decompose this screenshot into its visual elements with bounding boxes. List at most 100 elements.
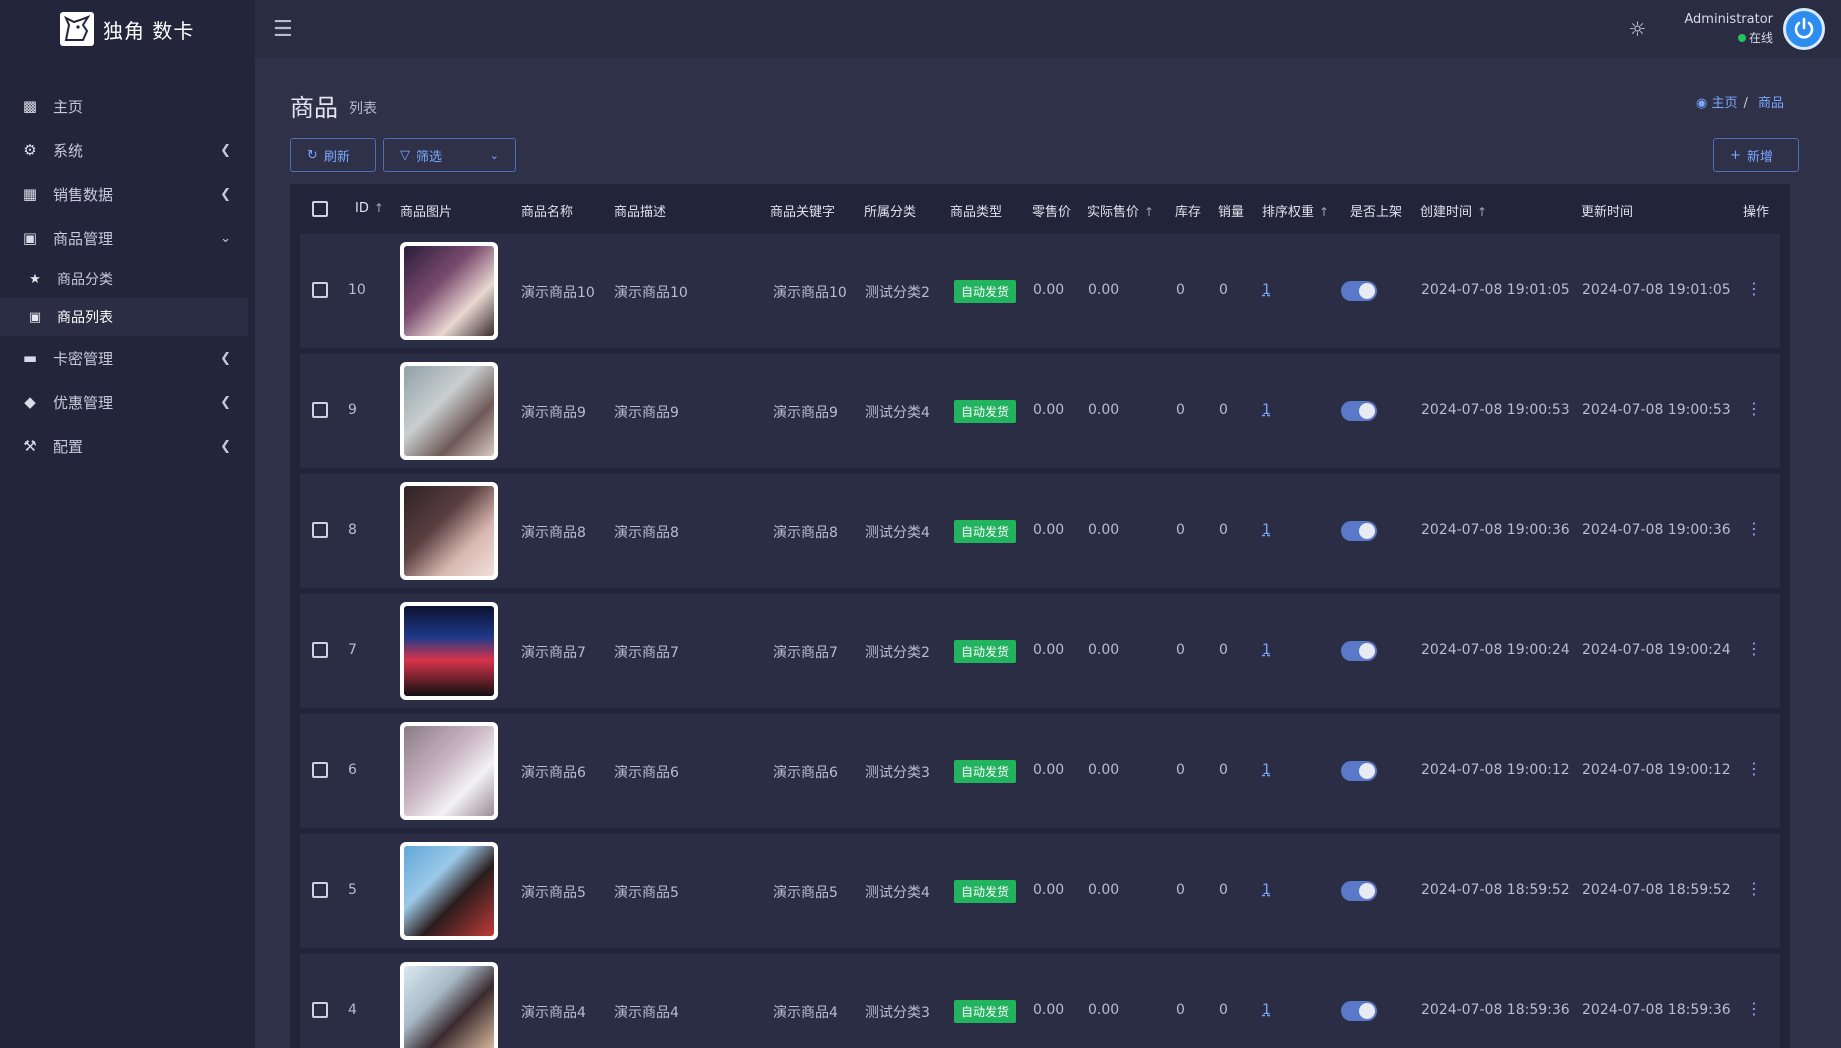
bar-chart-icon: ▩ [22,97,38,115]
product-image[interactable] [400,722,498,820]
row-checkbox[interactable] [312,522,328,538]
sort-weight[interactable]: 1 [1262,402,1271,418]
product-type-badge: 自动发货 [954,640,1017,663]
row-checkbox[interactable] [312,762,328,778]
brand-title: 独角 数卡 [103,18,195,43]
on-shelf-toggle[interactable] [1341,521,1377,541]
sort-weight[interactable]: 1 [1262,882,1271,898]
updated-time: 2024-07-08 18:59:52 [1582,882,1731,898]
filter-button[interactable]: ▽ 筛选 ⌄ [383,138,516,172]
column-header-actual-price[interactable]: 实际售价 ↑ [1087,201,1154,220]
on-shelf-toggle[interactable] [1341,761,1377,781]
chevron-down-icon: ⌄ [489,148,499,162]
sort-weight[interactable]: 1 [1262,642,1271,658]
row-checkbox[interactable] [312,1002,328,1018]
row-checkbox[interactable] [312,402,328,418]
diamond-icon: ◆ [24,393,36,411]
created-time: 2024-07-08 19:00:53 [1421,402,1570,418]
product-type-badge: 自动发货 [954,1000,1017,1023]
user-info[interactable]: Administrator 在线 [1684,11,1773,47]
on-shelf-toggle[interactable] [1341,641,1377,661]
created-time: 2024-07-08 18:59:36 [1421,1002,1570,1018]
row-id: 8 [348,522,357,538]
product-image[interactable] [400,482,498,580]
breadcrumb-home-link[interactable]: 主页 [1711,96,1737,111]
row-id: 9 [348,402,357,418]
retail-price: 0.00 [1033,522,1065,538]
shopping-bag-icon: ▣ [22,229,38,247]
stock: 0 [1176,762,1185,778]
sort-weight[interactable]: 1 [1262,282,1271,298]
sidebar-item-system[interactable]: ⚙ 系统 ❮ [0,128,255,172]
sidebar-item-product-management[interactable]: ▣ 商品管理 ⌄ [0,216,255,260]
avatar[interactable] [1783,8,1825,50]
on-shelf-toggle[interactable] [1341,881,1377,901]
chevron-left-icon: ❮ [220,438,231,454]
row-actions-icon[interactable]: ⋮ [1746,639,1762,658]
product-keyword: 演示商品10 [773,285,847,301]
on-shelf-toggle[interactable] [1341,1001,1377,1021]
sort-weight[interactable]: 1 [1262,1002,1271,1018]
sidebar-subitem-product-list[interactable]: ▣ 商品列表 [0,298,248,336]
column-header-retail-price: 零售价 [1032,205,1072,220]
row-actions-icon[interactable]: ⋮ [1746,999,1762,1018]
row-actions-icon[interactable]: ⋮ [1746,759,1762,778]
sidebar-item-card-management[interactable]: ▬ 卡密管理 ❮ [0,336,255,380]
star-icon: ★ [29,271,41,287]
dashboard-icon: ◉ [1695,96,1708,111]
column-header-created[interactable]: 创建时间 ↑ [1420,201,1487,220]
product-description: 演示商品8 [614,525,679,541]
sidebar-item-sales-data[interactable]: ▦ 销售数据 ❮ [0,172,255,216]
sort-weight[interactable]: 1 [1262,762,1271,778]
row-actions-icon[interactable]: ⋮ [1746,879,1762,898]
column-header-sales: 销量 [1218,205,1245,220]
product-keyword: 演示商品4 [773,1005,838,1021]
filter-icon: ▽ [400,147,410,163]
table-row: 6 演示商品6 演示商品6 演示商品6 测试分类3 自动发货 0.00 0.00 0 0 1 2024… [300,714,1780,828]
updated-time: 2024-07-08 19:01:05 [1582,282,1731,298]
product-image[interactable] [400,362,498,460]
sidebar-subitem-product-category[interactable]: ★ 商品分类 [0,260,255,298]
column-header-sort-weight[interactable]: 排序权重 ↑ [1262,201,1329,220]
row-actions-icon[interactable]: ⋮ [1746,279,1762,298]
sales: 0 [1219,762,1228,778]
select-all-checkbox[interactable] [312,201,328,217]
theme-toggle-icon[interactable]: ☼ [1628,17,1646,41]
sales: 0 [1219,282,1228,298]
brand[interactable]: 独角 数卡 [0,0,255,58]
product-type-badge: 自动发货 [954,400,1017,423]
row-checkbox[interactable] [312,642,328,658]
on-shelf-toggle[interactable] [1341,401,1377,421]
row-actions-icon[interactable]: ⋮ [1746,519,1762,538]
sort-weight[interactable]: 1 [1262,522,1271,538]
product-category: 测试分类3 [865,765,930,781]
row-actions-icon[interactable]: ⋮ [1746,399,1762,418]
sidebar-item-coupon-management[interactable]: ◆ 优惠管理 ❮ [0,380,255,424]
menu-toggle-icon[interactable]: ☰ [273,17,293,42]
retail-price: 0.00 [1033,402,1065,418]
refresh-button[interactable]: ↻ 刷新 [290,138,376,172]
sidebar-item-config[interactable]: ⚒ 配置 ❮ [0,424,255,468]
gear-icon: ⚙ [23,141,37,159]
plus-icon: + [1730,147,1741,163]
product-image[interactable] [400,242,498,340]
on-shelf-toggle[interactable] [1341,281,1377,301]
row-id: 5 [348,882,357,898]
row-id: 10 [348,282,366,298]
table-row: 8 演示商品8 演示商品8 演示商品8 测试分类4 自动发货 0.00 0.00 0 0 1 2024… [300,474,1780,588]
product-image[interactable] [400,962,498,1048]
row-checkbox[interactable] [312,282,328,298]
chevron-left-icon: ❮ [220,186,231,202]
add-button[interactable]: + 新增 [1713,138,1799,172]
column-header-keyword: 商品关键字 [770,205,836,220]
sidebar-item-home[interactable]: ▩ 主页 [0,84,255,128]
product-image[interactable] [400,602,498,700]
sidebar-subitem-label: 商品列表 [57,310,113,326]
shopping-bag-icon: ▣ [28,309,42,325]
product-name: 演示商品9 [521,405,586,421]
product-image[interactable] [400,842,498,940]
row-checkbox[interactable] [312,882,328,898]
sales: 0 [1219,882,1228,898]
stock: 0 [1176,282,1185,298]
column-header-id[interactable]: ID ↑ [355,201,384,216]
